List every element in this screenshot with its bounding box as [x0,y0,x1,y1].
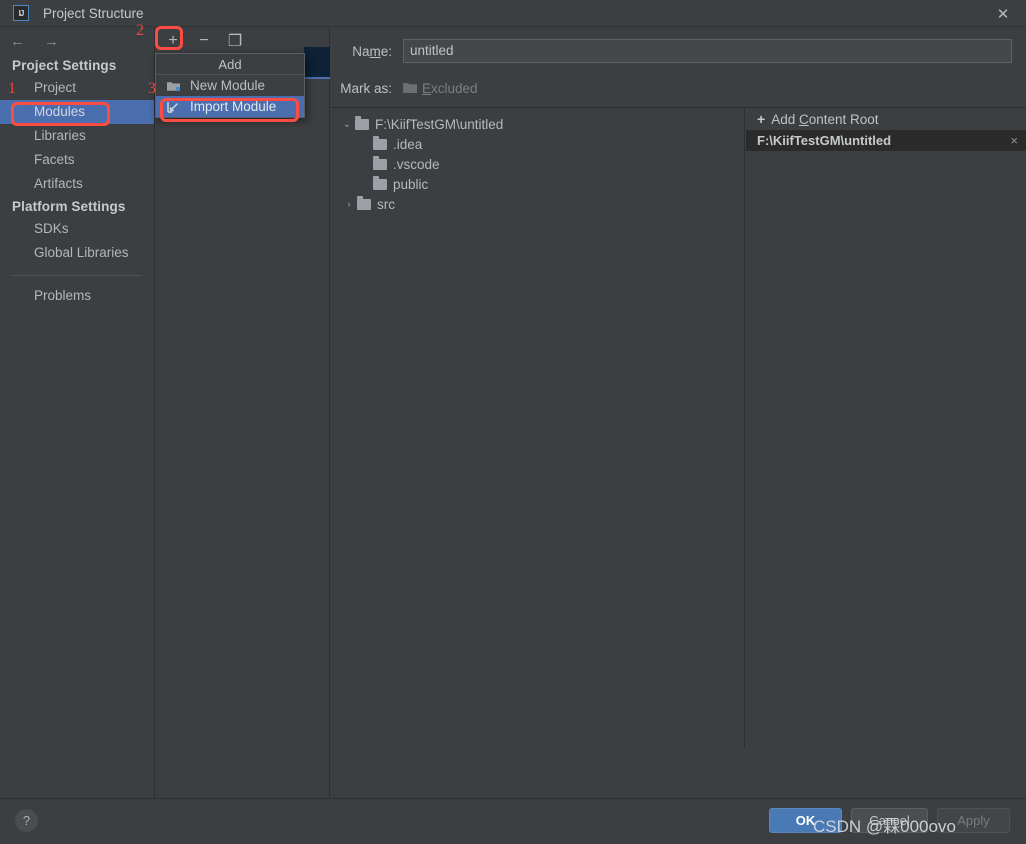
remove-button[interactable]: − [193,30,215,52]
sidebar-item-problems[interactable]: Problems [0,284,154,308]
menu-item-import-module-label: Import Module [190,99,277,114]
annotation-number-3: 3 [148,80,156,97]
import-module-icon [166,100,182,114]
tree-row[interactable]: ⌄ F:\KiifTestGM\untitled [331,114,744,134]
add-button[interactable]: + [162,30,184,52]
folder-icon [355,115,369,130]
window-titlebar: IJ Project Structure ✕ [0,0,1026,27]
forward-arrow-icon[interactable]: → [44,33,59,50]
sidebar-item-project[interactable]: Project [0,76,154,100]
mark-as-label: Mark as: [340,80,392,96]
folder-icon [373,175,387,190]
add-content-root-label: Add Content Root [771,111,879,127]
tree-row-label: public [393,176,429,192]
content-split: ⌄ F:\KiifTestGM\untitled .idea .vscode p… [331,107,1026,844]
menu-item-new-module[interactable]: New Module [156,75,304,96]
back-arrow-icon[interactable]: ← [10,33,25,50]
settings-sidebar: ← → Project Settings Project Modules Lib… [0,27,155,798]
tree-row-label: .idea [393,136,423,152]
new-module-icon [166,79,182,93]
excluded-label: Excluded [422,80,478,96]
project-structure-dialog: IJ Project Structure ✕ ← → Project Setti… [0,0,1026,844]
menu-item-import-module[interactable]: Import Module [156,96,304,117]
content-roots-pane: + Add Content Root F:\KiifTestGM\untitle… [746,108,1026,748]
tree-row[interactable]: .vscode [331,154,744,174]
content-root-entry[interactable]: F:\KiifTestGM\untitled × [746,130,1026,151]
modules-list-panel: + − ❐ [156,27,330,798]
navy-accent-strip [304,47,330,77]
name-label: Name: [352,43,392,59]
sidebar-item-artifacts[interactable]: Artifacts [0,172,154,196]
chevron-down-icon[interactable]: ⌄ [339,119,355,130]
chevron-right-icon[interactable]: › [341,199,357,210]
excluded-folder-icon [403,81,417,96]
name-input[interactable]: untitled [403,39,1012,63]
module-content-panel: Name: untitled Mark as: Excluded ⌄ F:\Ki… [331,27,1026,844]
popup-title: Add [156,54,304,75]
content-root-path: F:\KiifTestGM\untitled [757,133,892,148]
plus-icon: + [757,111,766,127]
tree-row[interactable]: public [331,174,744,194]
sidebar-item-global-libraries[interactable]: Global Libraries [0,241,154,265]
remove-content-root-icon[interactable]: × [1010,133,1018,148]
excluded-toggle[interactable]: Excluded [403,81,478,96]
sidebar-divider [12,275,142,276]
add-popup-menu: Add New Module Import Module [155,53,305,118]
tree-row-label: .vscode [393,156,440,172]
content-root-tree: ⌄ F:\KiifTestGM\untitled .idea .vscode p… [331,108,745,844]
close-icon[interactable]: ✕ [980,0,1026,27]
copy-button[interactable]: ❐ [224,30,246,52]
tree-row-label: F:\KiifTestGM\untitled [375,116,504,132]
sidebar-item-facets[interactable]: Facets [0,148,154,172]
folder-icon [357,195,371,210]
name-row: Name: untitled [331,38,1026,64]
window-title: Project Structure [43,5,144,21]
tree-row[interactable]: › src [331,194,744,214]
csdn-watermark: CSDN @霖000ovo [813,817,956,836]
annotation-number-1: 1 [8,80,16,97]
folder-icon [373,135,387,150]
add-content-root-button[interactable]: + Add Content Root [746,108,1026,130]
sidebar-item-sdks[interactable]: SDKs [0,217,154,241]
tree-row-label: src [377,196,395,212]
intellij-logo-icon: IJ [13,5,29,21]
sidebar-nav-arrows: ← → [0,27,154,55]
sidebar-section-project-settings: Project Settings [12,58,117,73]
tree-row[interactable]: .idea [331,134,744,154]
annotation-number-2: 2 [136,22,144,39]
sidebar-section-platform-settings: Platform Settings [12,199,126,214]
help-button[interactable]: ? [15,809,38,832]
menu-item-new-module-label: New Module [190,78,266,93]
mark-as-row: Mark as: Excluded [331,76,1026,100]
folder-icon [373,155,387,170]
sidebar-item-modules[interactable]: Modules [0,100,154,124]
sidebar-item-libraries[interactable]: Libraries [0,124,154,148]
